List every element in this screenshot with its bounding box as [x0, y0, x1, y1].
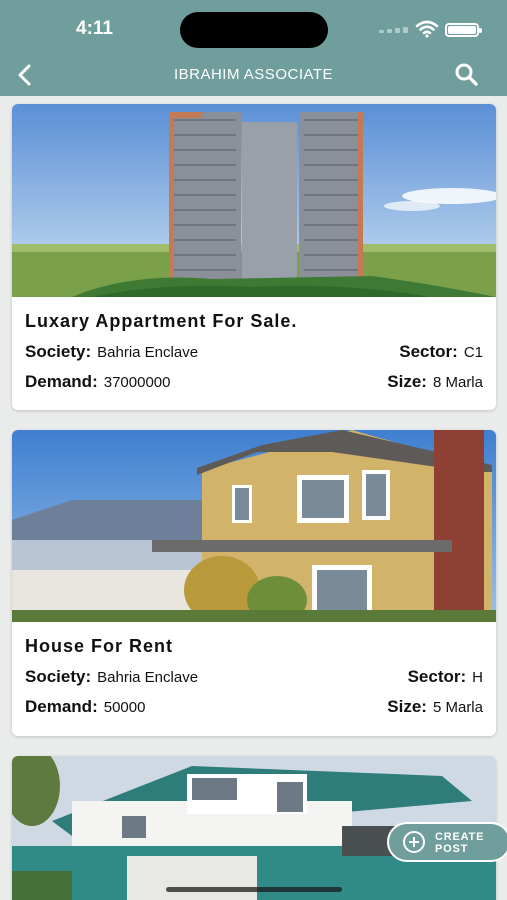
home-indicator[interactable]: [166, 887, 342, 892]
size-value: 8 Marla: [432, 374, 483, 391]
create-post-button[interactable]: CREATE POST: [387, 822, 507, 862]
sector-label: Sector:: [407, 667, 467, 686]
sector-value: C1: [463, 344, 483, 361]
demand-value: 37000000: [103, 374, 171, 391]
society-sector-row: Society: Bahria Enclave Sector: C1: [25, 342, 483, 364]
demand-size-row: Demand: 37000000 Size: 8 Marla: [25, 372, 483, 394]
demand-label: Demand:: [25, 372, 98, 391]
society-value: Bahria Enclave: [97, 669, 199, 686]
create-post-line2: POST: [435, 843, 469, 855]
wifi-icon: [415, 20, 439, 38]
dynamic-island: [180, 12, 328, 48]
create-post-line1: CREATE: [435, 831, 485, 843]
status-indicators: [379, 18, 489, 40]
listing-image-house: [12, 430, 496, 622]
society-value: Bahria Enclave: [97, 344, 199, 361]
search-icon: [455, 63, 478, 86]
listing-title: House For Rent: [25, 636, 174, 656]
page-title: IBRAHIM ASSOCIATE: [173, 66, 334, 83]
demand-value: 50000: [103, 699, 146, 716]
listing-card[interactable]: House For Rent Society: Bahria Enclave Se…: [12, 430, 496, 736]
size-value: 5 Marla: [432, 699, 483, 716]
cellular-signal-icon: [379, 27, 409, 33]
status-time: 4:11: [76, 18, 113, 39]
demand-label: Demand:: [25, 697, 98, 716]
battery-icon: [445, 23, 482, 37]
listing-title: Luxary Appartment For Sale.: [25, 311, 298, 331]
listing-image-tower: [12, 104, 496, 297]
app-header: 4:11 IBRAHIM ASSOCIATE: [0, 0, 507, 96]
search-button[interactable]: [453, 62, 481, 88]
size-label: Size:: [387, 372, 427, 391]
sector-label: Sector:: [399, 342, 458, 361]
plus-circle-icon: [403, 831, 425, 853]
sector-value: H: [472, 669, 483, 686]
society-label: Society:: [25, 342, 92, 361]
listing-card[interactable]: Luxary Appartment For Sale. Society: Bahr…: [12, 104, 496, 410]
society-sector-row: Society: Bahria Enclave Sector: H: [25, 667, 483, 689]
society-label: Society:: [25, 667, 92, 686]
size-label: Size:: [387, 697, 427, 716]
demand-size-row: Demand: 50000 Size: 5 Marla: [25, 697, 483, 719]
